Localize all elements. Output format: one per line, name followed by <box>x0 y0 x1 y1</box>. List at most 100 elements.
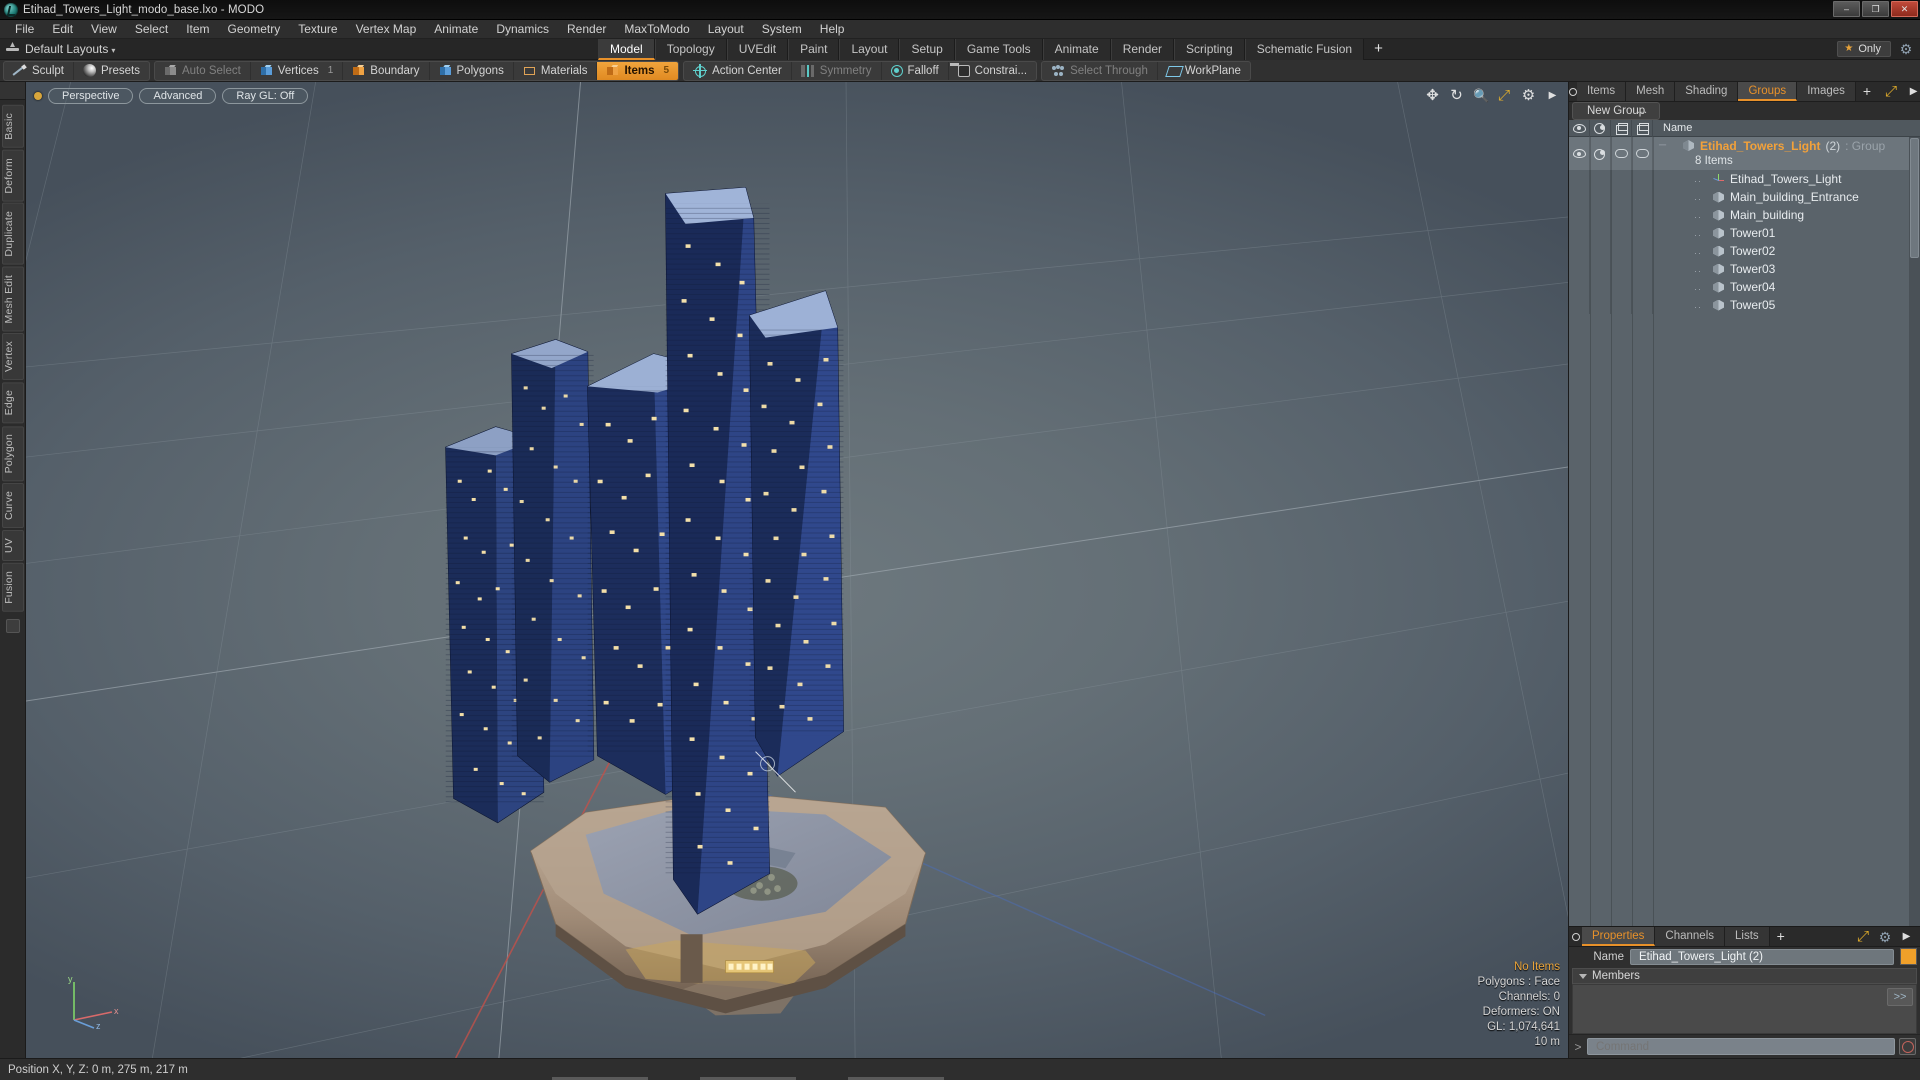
chevron-right-icon[interactable] <box>1899 929 1914 944</box>
menu-item-maxtomodo[interactable]: MaxToModo <box>615 20 698 39</box>
menu-item-texture[interactable]: Texture <box>289 20 346 39</box>
tool-constraint[interactable]: Constrai... <box>949 62 1036 80</box>
tool-presets[interactable]: Presets <box>74 62 149 80</box>
tab-groups[interactable]: Groups <box>1738 82 1798 101</box>
panel-menu-dot-icon[interactable] <box>1569 82 1577 101</box>
sidebar-item-fusion[interactable]: Fusion <box>1 563 24 612</box>
only-toggle-button[interactable]: ★ Only <box>1837 41 1891 57</box>
tool-select-through[interactable]: Select Through <box>1042 61 1158 80</box>
row-wireframe-toggle[interactable] <box>1611 137 1632 170</box>
sidebar-item-mesh-edit[interactable]: Mesh Edit <box>1 266 24 332</box>
tab-render[interactable]: Render <box>1110 39 1175 60</box>
tree-row-item[interactable]: ․․ Etihad_Towers_Light <box>1569 170 1920 188</box>
tab-setup[interactable]: Setup <box>899 39 955 60</box>
tool-materials[interactable]: Materials <box>514 61 598 80</box>
menu-item-system[interactable]: System <box>753 20 811 39</box>
add-tab-button[interactable]: + <box>1364 39 1393 60</box>
tree-expand-toggle[interactable]: ─ <box>1659 140 1677 151</box>
chevron-right-icon[interactable] <box>1545 88 1560 103</box>
tab-images[interactable]: Images <box>1797 82 1856 101</box>
tab-uvedit[interactable]: UVEdit <box>726 39 789 60</box>
menu-item-select[interactable]: Select <box>126 20 177 39</box>
sidebar-item-basic[interactable]: Basic <box>1 105 24 148</box>
tool-workplane[interactable]: WorkPlane <box>1158 62 1250 80</box>
chevron-right-icon[interactable] <box>1906 84 1920 99</box>
pin-layout-icon[interactable] <box>6 42 19 56</box>
expand-icon[interactable] <box>1884 84 1899 99</box>
sidebar-item-edge[interactable]: Edge <box>1 382 24 424</box>
gear-icon[interactable] <box>1521 88 1536 103</box>
tab-channels[interactable]: Channels <box>1655 927 1726 946</box>
expand-icon[interactable] <box>1856 929 1871 944</box>
tool-polygons[interactable]: Polygons <box>430 61 514 80</box>
tree-row-item[interactable]: ․․ Tower04 <box>1569 278 1920 296</box>
zoom-icon[interactable] <box>1473 88 1488 103</box>
tab-mesh[interactable]: Mesh … <box>1626 82 1676 116</box>
minimize-button[interactable]: – <box>1833 1 1860 17</box>
tab-lists[interactable]: Lists <box>1725 927 1770 946</box>
column-wireframe[interactable] <box>1611 119 1632 137</box>
name-field[interactable]: Etihad_Towers_Light (2) <box>1630 948 1894 965</box>
record-icon[interactable] <box>1899 1038 1916 1055</box>
tab-paint[interactable]: Paint <box>788 39 840 60</box>
tree-row-item[interactable]: ․․ Tower01 <box>1569 224 1920 242</box>
menu-item-vertex-map[interactable]: Vertex Map <box>347 20 426 39</box>
tree-scrollbar[interactable] <box>1909 137 1920 926</box>
close-button[interactable]: ✕ <box>1891 1 1918 17</box>
tree-row-item[interactable]: ․․ Tower03 <box>1569 260 1920 278</box>
tab-shading[interactable]: Shading <box>1675 82 1739 101</box>
row-visibility-toggle[interactable] <box>1569 137 1590 170</box>
tool-symmetry[interactable]: Symmetry <box>792 61 882 80</box>
viewport-3d[interactable]: Perspective Advanced Ray GL: Off y x <box>26 82 1568 1058</box>
tab-items[interactable]: Items <box>1577 82 1627 101</box>
menu-item-item[interactable]: Item <box>177 20 218 39</box>
properties-menu-dot-icon[interactable] <box>1569 927 1582 946</box>
tree-row-item[interactable]: ․․ Main_building <box>1569 206 1920 224</box>
menu-item-view[interactable]: View <box>82 20 126 39</box>
menu-item-render[interactable]: Render <box>558 20 615 39</box>
viewport-menu-dot-icon[interactable] <box>34 92 42 100</box>
tree-row-group[interactable]: ─ Etihad_Towers_Light (2) : Group 8 Item… <box>1569 137 1920 170</box>
tab-animate[interactable]: Animate <box>1042 39 1111 60</box>
layout-selector[interactable]: Default Layouts ▾ <box>25 42 115 56</box>
tree-row-item[interactable]: ․․ Main_building_Entrance <box>1569 188 1920 206</box>
sidebar-item-duplicate[interactable]: Duplicate <box>1 203 24 265</box>
sidebar-item-vertex[interactable]: Vertex <box>1 333 24 381</box>
tree-row-item[interactable]: ․․ Tower02 <box>1569 242 1920 260</box>
row-shading-toggle[interactable] <box>1590 137 1611 170</box>
color-swatch[interactable] <box>1900 948 1917 965</box>
menu-item-file[interactable]: File <box>6 20 43 39</box>
tool-sculpt[interactable]: Sculpt <box>4 61 74 80</box>
column-shading[interactable] <box>1590 119 1611 137</box>
tab-properties[interactable]: Properties <box>1582 927 1656 946</box>
viewport-shading-mode[interactable]: Advanced <box>139 88 217 104</box>
row-render-toggle[interactable] <box>1632 137 1653 170</box>
tab-schematic-fusion[interactable]: Schematic Fusion <box>1244 39 1365 60</box>
tool-auto-select[interactable]: Auto Select <box>155 61 251 80</box>
tree-row-item[interactable]: ․․ Tower05 <box>1569 296 1920 314</box>
sidebar-item-deform[interactable]: Deform <box>1 149 24 202</box>
column-visibility[interactable] <box>1569 119 1590 137</box>
fit-icon[interactable] <box>1497 88 1512 103</box>
tool-falloff[interactable]: Falloff <box>882 61 949 80</box>
tool-vertices[interactable]: Vertices 1 <box>251 61 344 80</box>
axis-gizmo[interactable]: y x z <box>64 972 122 1030</box>
members-list[interactable]: >> <box>1572 984 1917 1034</box>
menu-item-help[interactable]: Help <box>811 20 854 39</box>
gear-icon[interactable] <box>1878 930 1892 944</box>
tab-game-tools[interactable]: Game Tools <box>954 39 1043 60</box>
tool-action-center[interactable]: Action Center <box>684 61 792 80</box>
command-input[interactable] <box>1587 1038 1895 1055</box>
tab-scripting[interactable]: Scripting <box>1174 39 1245 60</box>
viewport-raygl-toggle[interactable]: Ray GL: Off <box>222 88 309 104</box>
groups-tree[interactable]: ─ Etihad_Towers_Light (2) : Group 8 Item… <box>1569 137 1920 926</box>
sidebar-item-curve[interactable]: Curve <box>1 483 24 529</box>
tree-scrollbar-thumb[interactable] <box>1910 138 1919 258</box>
tool-items[interactable]: Items 5 <box>597 61 679 80</box>
move-icon[interactable] <box>1425 88 1440 103</box>
tab-model[interactable]: Model <box>598 39 655 60</box>
menu-item-geometry[interactable]: Geometry <box>219 20 290 39</box>
menu-item-dynamics[interactable]: Dynamics <box>487 20 558 39</box>
rail-extra-button[interactable] <box>5 618 20 633</box>
rotate-icon[interactable] <box>1449 88 1464 103</box>
